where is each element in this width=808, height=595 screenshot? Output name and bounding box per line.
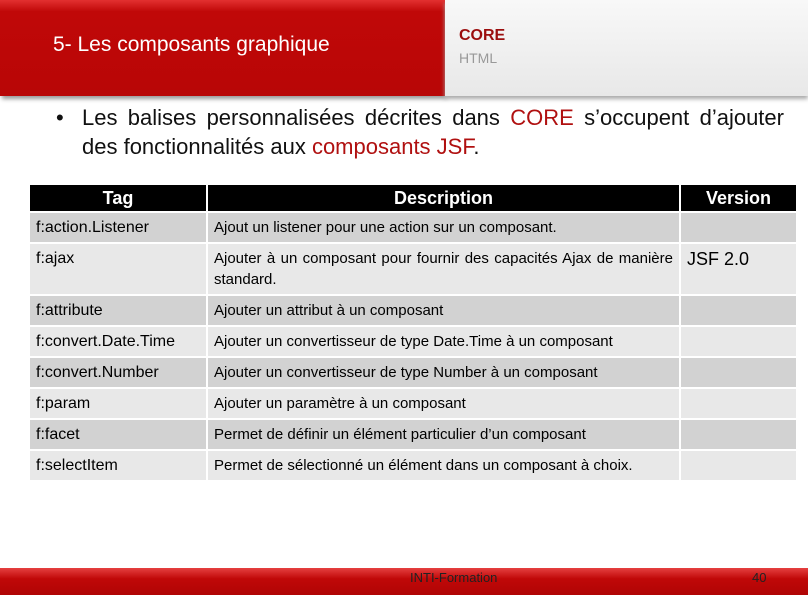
header-tag: Tag <box>30 185 206 211</box>
table-row: f:ajax Ajouter à un composant pour fourni… <box>30 244 796 294</box>
tag-cell: f:convert.Number <box>30 358 206 387</box>
table-row: f:convert.Number Ajouter un convertisseur… <box>30 358 796 387</box>
version-cell <box>681 327 796 356</box>
bullet-text: • Les balises personnalisées décrites dan… <box>56 103 784 161</box>
table-row: f:action.Listener Ajout un listener pour … <box>30 213 796 242</box>
tag-cell: f:action.Listener <box>30 213 206 242</box>
nav-html[interactable]: HTML <box>459 50 497 66</box>
description-cell: Ajouter un paramètre à un composant <box>208 389 679 418</box>
table-row: f:facet Permet de définir un élément part… <box>30 420 796 449</box>
tag-cell: f:param <box>30 389 206 418</box>
table-row: f:param Ajouter un paramètre à un composa… <box>30 389 796 418</box>
version-cell <box>681 451 796 480</box>
header-description: Description <box>208 185 679 211</box>
description-cell: Ajout un listener pour une action sur un… <box>208 213 679 242</box>
footer-label: INTI-Formation <box>410 570 498 585</box>
tag-cell: f:ajax <box>30 244 206 294</box>
version-cell <box>681 358 796 387</box>
description-cell: Ajouter un attribut à un composant <box>208 296 679 325</box>
tag-cell: f:attribute <box>30 296 206 325</box>
version-cell <box>681 420 796 449</box>
version-cell <box>681 389 796 418</box>
description-cell: Ajouter un convertisseur de type Number … <box>208 358 679 387</box>
nav-core[interactable]: CORE <box>459 27 505 45</box>
section-title: 5- Les composants graphique <box>53 33 330 56</box>
header-version: Version <box>681 185 796 211</box>
text: Les balises personnalisées décrites dans <box>82 105 511 130</box>
table-row: f:attribute Ajouter un attribut à un comp… <box>30 296 796 325</box>
highlight-jsf: composants JSF <box>311 134 474 159</box>
table-header: Tag Description Version <box>30 185 796 211</box>
version-cell <box>681 213 796 242</box>
section-title-banner: 5- Les composants graphique <box>0 0 445 96</box>
nav-panel: CORE HTML <box>445 0 808 96</box>
version-cell <box>681 296 796 325</box>
page-number: 40 <box>752 570 767 585</box>
table-row: f:selectItem Permet de sélectionné un élé… <box>30 451 796 480</box>
tag-cell: f:facet <box>30 420 206 449</box>
description-cell: Ajouter un convertisseur de type Date.Ti… <box>208 327 679 356</box>
description-cell: Permet de sélectionné un élément dans un… <box>208 451 679 480</box>
highlight-core: CORE <box>510 105 574 130</box>
text: . <box>473 134 480 159</box>
tag-cell: f:selectItem <box>30 451 206 480</box>
tag-cell: f:convert.Date.Time <box>30 327 206 356</box>
tags-table: Tag Description Version f:action.Listene… <box>28 183 798 482</box>
version-cell: JSF 2.0 <box>681 244 796 294</box>
description-cell: Permet de définir un élément particulier… <box>208 420 679 449</box>
footer: INTI-Formation 40 <box>0 568 808 595</box>
bullet-icon: • <box>56 105 64 130</box>
table-row: f:convert.Date.Time Ajouter un convertiss… <box>30 327 796 356</box>
description-cell: Ajouter à un composant pour fournir des … <box>208 244 679 294</box>
